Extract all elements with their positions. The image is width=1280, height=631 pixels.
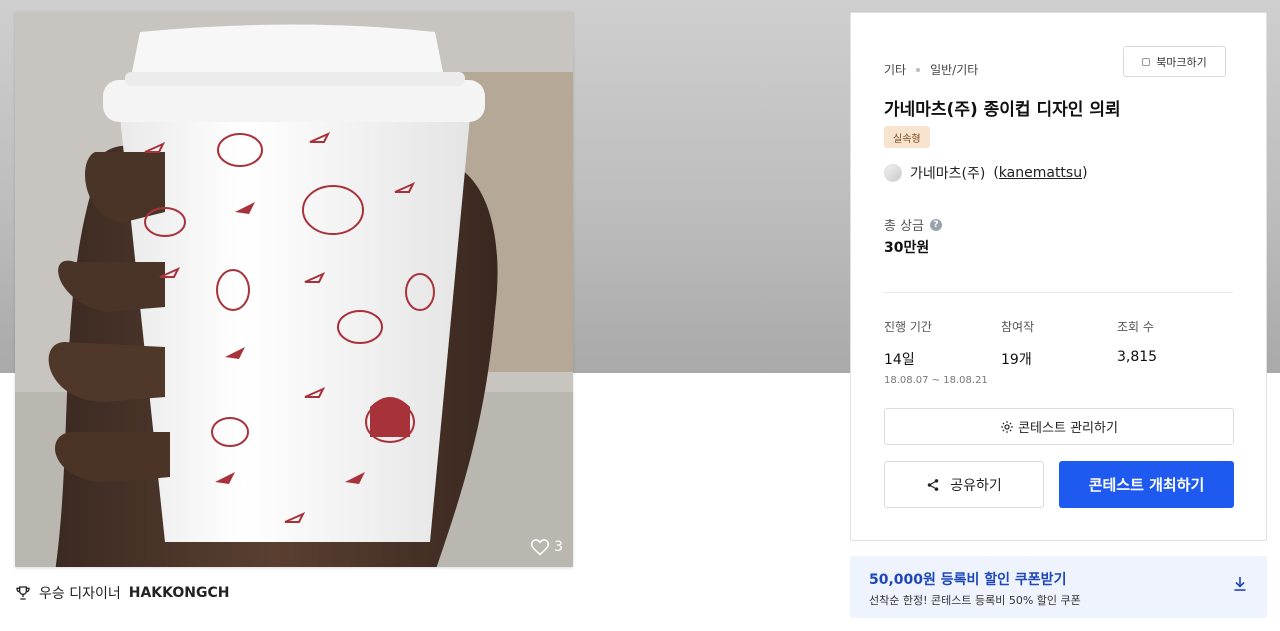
share-icon bbox=[927, 478, 939, 491]
like-count: 3 bbox=[554, 539, 563, 555]
breadcrumb: 기타 일반/기타 bbox=[884, 61, 978, 78]
owner-handle-wrap: (kanemattsu) bbox=[993, 165, 1087, 181]
gear-icon bbox=[1001, 420, 1013, 433]
stat-period-label: 진행 기간 bbox=[884, 320, 932, 334]
owner-handle[interactable]: kanemattsu bbox=[999, 165, 1082, 181]
bookmark-icon bbox=[1142, 57, 1151, 66]
stat-period-range: 18.08.07 ~ 18.08.21 bbox=[884, 375, 988, 386]
share-label: 공유하기 bbox=[950, 477, 1002, 494]
manage-contest-button[interactable]: 콘테스트 관리하기 bbox=[884, 408, 1234, 445]
avatar bbox=[884, 164, 902, 182]
stat-entries: 참여작 19개 bbox=[1001, 318, 1034, 369]
contest-info-card: 기타 일반/기타 북마크하기 가네마츠(주) 종이컵 디자인 의뢰 실속형 가네… bbox=[850, 12, 1267, 541]
paper-cup-photo bbox=[15, 12, 573, 567]
prize-value: 30만원 bbox=[884, 240, 930, 256]
divider bbox=[884, 292, 1233, 293]
plan-badge: 실속형 bbox=[884, 126, 930, 148]
winner-designer: 우승 디자이너 HAKKONGCH bbox=[15, 583, 229, 603]
prize-label-text: 총 상금 bbox=[884, 219, 925, 234]
contest-title: 가네마츠(주) 종이컵 디자인 의뢰 bbox=[884, 100, 1121, 120]
stat-views: 조회 수 3,815 bbox=[1117, 318, 1157, 365]
owner-name: 가네마츠(주) bbox=[910, 166, 986, 182]
download-icon[interactable] bbox=[1233, 576, 1247, 592]
host-contest-button[interactable]: 콘테스트 개최하기 bbox=[1059, 461, 1234, 508]
trophy-icon bbox=[15, 585, 31, 601]
stat-views-label: 조회 수 bbox=[1117, 320, 1154, 334]
stat-period: 진행 기간 14일 18.08.07 ~ 18.08.21 bbox=[884, 318, 988, 386]
owner-handle-close: ) bbox=[1082, 165, 1088, 181]
bookmark-button[interactable]: 북마크하기 bbox=[1123, 46, 1226, 77]
help-icon[interactable]: ? bbox=[930, 218, 943, 231]
bookmark-label: 북마크하기 bbox=[1156, 55, 1207, 69]
stat-entries-label: 참여작 bbox=[1001, 320, 1035, 334]
contest-hero-image[interactable]: 3 bbox=[15, 12, 573, 567]
coupon-description: 선착순 한정! 콘테스트 등록비 50% 할인 쿠폰 bbox=[869, 594, 1081, 607]
stat-views-value: 3,815 bbox=[1117, 349, 1158, 365]
breadcrumb-subcategory[interactable]: 일반/기타 bbox=[930, 61, 978, 78]
contest-owner[interactable]: 가네마츠(주) (kanemattsu) bbox=[884, 163, 1088, 183]
stat-period-value: 14일 bbox=[884, 352, 915, 368]
manage-contest-label: 콘테스트 관리하기 bbox=[1018, 421, 1118, 436]
winner-prefix: 우승 디자이너 bbox=[39, 586, 121, 602]
share-button[interactable]: 공유하기 bbox=[884, 461, 1044, 508]
like-counter[interactable]: 3 bbox=[530, 537, 563, 557]
winner-name[interactable]: HAKKONGCH bbox=[129, 585, 230, 601]
coupon-banner[interactable]: 50,000원 등록비 할인 쿠폰받기 선착순 한정! 콘테스트 등록비 50%… bbox=[850, 556, 1267, 618]
prize-label: 총 상금 ? bbox=[884, 215, 943, 234]
heart-icon bbox=[530, 539, 550, 556]
coupon-headline: 50,000원 등록비 할인 쿠폰받기 bbox=[869, 572, 1067, 588]
breadcrumb-category[interactable]: 기타 bbox=[884, 61, 906, 78]
stat-entries-value: 19개 bbox=[1001, 352, 1032, 368]
breadcrumb-separator bbox=[916, 67, 921, 72]
